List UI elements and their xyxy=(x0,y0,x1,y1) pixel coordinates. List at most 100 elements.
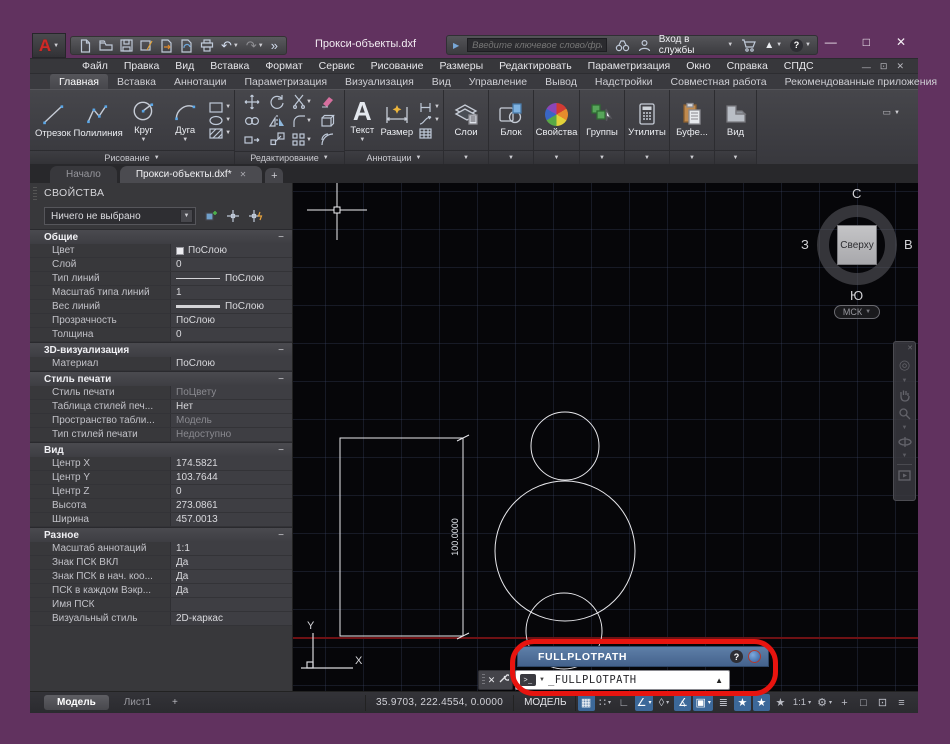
workspace-switcher[interactable]: ⚙ xyxy=(815,694,834,711)
property-row[interactable]: ПСК в каждом Вэкр...Да xyxy=(30,584,292,598)
search-expand-icon[interactable]: ▶ xyxy=(453,41,459,50)
menu-item[interactable]: Справка xyxy=(719,60,776,72)
annotation-visibility-toggle[interactable]: ★ xyxy=(734,694,751,711)
menu-item[interactable]: Рисование xyxy=(363,60,432,72)
menu-item[interactable]: Правка xyxy=(116,60,167,72)
file-tab-active[interactable]: Прокси-объекты.dxf*✕ xyxy=(120,166,262,183)
ribbon-tab[interactable]: Визуализация xyxy=(336,74,423,89)
property-row[interactable]: Вес линийПоСлою xyxy=(30,300,292,314)
save-as-button[interactable] xyxy=(140,39,153,52)
panel-footer-utilities[interactable]: ▼ xyxy=(625,150,669,164)
erase-tool-button[interactable] xyxy=(320,94,335,109)
ribbon-tab[interactable]: Параметризация xyxy=(236,74,337,89)
doc-minimize-icon[interactable]: — xyxy=(862,62,871,72)
wcs-menu-button[interactable]: МСК▼ xyxy=(834,305,880,319)
dimension-style-button[interactable]: ▼ xyxy=(419,102,440,113)
app-store-cart-icon[interactable] xyxy=(741,39,756,52)
model-space-button[interactable]: МОДЕЛЬ xyxy=(516,695,575,711)
chevron-down-icon[interactable]: ▼ xyxy=(539,677,545,683)
property-row[interactable]: Знак ПСК в нач. коо...Да xyxy=(30,570,292,584)
command-input-bar[interactable]: >_ ▼ _FULLPLOTPATH ▲ xyxy=(515,670,730,690)
export-button[interactable] xyxy=(160,39,173,53)
property-row[interactable]: Тип линийПоСлою xyxy=(30,272,292,286)
annotation-scale-sync-toggle[interactable]: ★ xyxy=(772,694,789,711)
orbit-tool-icon[interactable] xyxy=(898,436,912,448)
viewcube-west[interactable]: З xyxy=(801,237,809,252)
collapse-icon[interactable]: − xyxy=(278,445,284,456)
panel-footer-block[interactable]: ▼ xyxy=(489,150,533,164)
clipboard-button[interactable]: Буфе... xyxy=(673,102,711,138)
maximize-button[interactable]: □ xyxy=(863,35,870,49)
command-grip[interactable] xyxy=(482,674,485,686)
ortho-mode-toggle[interactable]: ∟ xyxy=(616,694,633,711)
close-tab-icon[interactable]: ✕ xyxy=(240,170,247,179)
print-button[interactable] xyxy=(200,39,214,52)
new-file-button[interactable] xyxy=(79,39,92,53)
panel-footer-properties[interactable]: ▼ xyxy=(534,150,579,164)
annotation-autoscale-toggle[interactable]: ★ xyxy=(753,694,770,711)
section-header[interactable]: Вид− xyxy=(30,442,292,457)
menu-item[interactable]: Формат xyxy=(257,60,310,72)
navigation-wheel-icon[interactable]: ◎ xyxy=(899,357,910,373)
command-close-icon[interactable]: ✕ xyxy=(488,675,496,686)
customization-button[interactable]: ≡ xyxy=(893,694,910,711)
polar-tracking-toggle[interactable]: ∠ xyxy=(635,694,654,711)
clean-screen-button[interactable]: ⊡ xyxy=(874,694,891,711)
zoom-tool-icon[interactable] xyxy=(898,407,911,420)
circle-tool-button[interactable]: Круг ▼ xyxy=(124,98,164,143)
user-icon[interactable] xyxy=(638,39,651,52)
groups-button[interactable]: Группы xyxy=(583,102,621,138)
navbar-close-icon[interactable]: ✕ xyxy=(907,345,913,352)
help-button[interactable]: ?▼ xyxy=(790,39,811,52)
property-row[interactable]: Центр Z0 xyxy=(30,485,292,499)
ribbon-tab[interactable]: Вид xyxy=(423,74,460,89)
collapse-icon[interactable]: − xyxy=(278,374,284,385)
ribbon-minimize-button[interactable]: ▭▼ xyxy=(883,107,900,118)
snap-mode-toggle[interactable]: ∷ xyxy=(597,694,614,711)
ribbon-tab[interactable]: Вставка xyxy=(108,74,165,89)
palette-grip[interactable] xyxy=(33,187,37,200)
drawing-canvas[interactable]: 100.0000 Y X Сверху xyxy=(293,183,918,691)
pan-tool-icon[interactable] xyxy=(898,389,911,402)
save-button[interactable] xyxy=(120,39,133,52)
viewcube-east[interactable]: В xyxy=(904,237,913,252)
expand-history-icon[interactable]: ▲ xyxy=(715,676,723,685)
property-row[interactable]: Тип стилей печатиНедоступно xyxy=(30,428,292,442)
ribbon-tab[interactable]: Рекомендованные приложения xyxy=(776,74,947,89)
line-tool-button[interactable]: Отрезок xyxy=(33,101,73,139)
panel-footer-layers[interactable]: ▼ xyxy=(444,150,488,164)
ribbon-tab[interactable]: Совместная работа xyxy=(662,74,776,89)
doc-close-icon[interactable]: ✕ xyxy=(896,61,904,72)
layout-tab[interactable]: Модель xyxy=(44,695,109,710)
offset-tool-button[interactable] xyxy=(320,132,335,147)
showmotion-icon[interactable] xyxy=(898,470,911,481)
new-drawing-tab-button[interactable]: + xyxy=(265,168,283,183)
search-icon[interactable] xyxy=(615,39,630,52)
signin-button[interactable]: Вход в службы▼ xyxy=(659,34,733,56)
help-icon[interactable]: ? xyxy=(730,650,743,663)
array-tool-button[interactable]: ▼ xyxy=(292,133,312,147)
etransmit-button[interactable] xyxy=(180,39,193,53)
property-row[interactable]: Толщина0 xyxy=(30,328,292,342)
minimize-button[interactable]: — xyxy=(825,35,837,49)
qat-more-button[interactable]: » xyxy=(271,39,278,52)
isolate-objects-button[interactable]: □ xyxy=(855,694,872,711)
internet-search-icon[interactable] xyxy=(748,650,761,663)
panel-footer-clipboard[interactable]: ▼ xyxy=(670,150,714,164)
utilities-button[interactable]: Утилиты xyxy=(628,102,666,138)
property-row[interactable]: Центр X174.5821 xyxy=(30,457,292,471)
close-button[interactable]: ✕ xyxy=(896,35,906,49)
collapse-icon[interactable]: − xyxy=(278,530,284,541)
app-menu-button[interactable]: A ▼ xyxy=(32,33,66,58)
rotate-tool-button[interactable] xyxy=(269,94,285,110)
hatch-tool-button[interactable]: ▼ xyxy=(209,128,231,139)
doc-restore-icon[interactable]: ⊡ xyxy=(880,61,888,72)
command-customize-icon[interactable] xyxy=(498,671,509,689)
fillet-tool-button[interactable]: ▼ xyxy=(292,114,312,128)
property-row[interactable]: Таблица стилей печ...Нет xyxy=(30,400,292,414)
property-row[interactable]: ЦветПоСлою xyxy=(30,244,292,258)
menu-item[interactable]: СПДС xyxy=(776,60,822,72)
grid-mode-toggle[interactable]: ▦ xyxy=(578,694,595,711)
select-objects-button[interactable] xyxy=(226,209,240,223)
dimension-tool-button[interactable]: Размер xyxy=(379,102,415,138)
